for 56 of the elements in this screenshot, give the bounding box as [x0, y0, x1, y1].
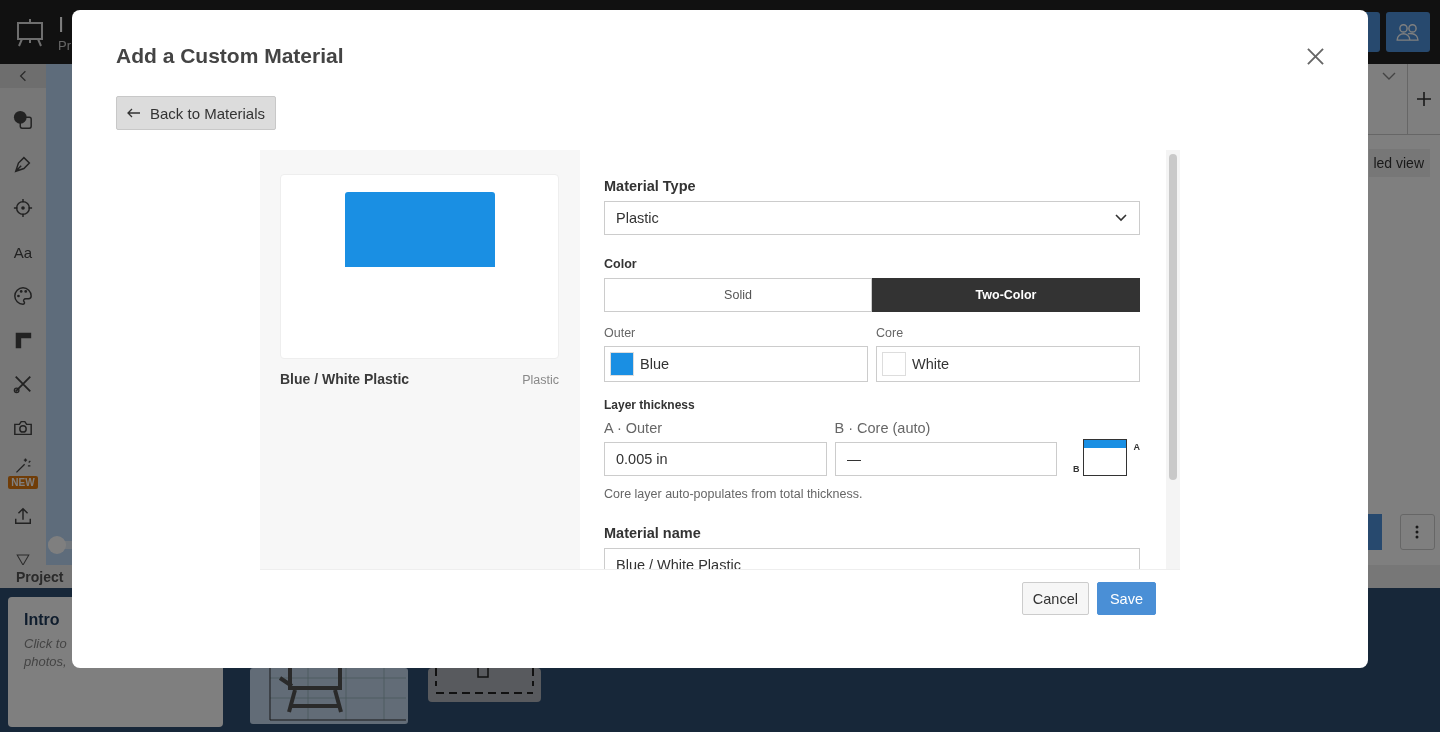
pen-icon[interactable] — [13, 154, 33, 174]
color-field[interactable]: Blue — [604, 346, 868, 382]
text-tool[interactable]: Aa — [13, 243, 33, 261]
back-button[interactable]: Back to Materials — [116, 96, 277, 130]
chevron-left-icon[interactable] — [19, 70, 27, 82]
card-description: Click to photos, — [24, 635, 68, 671]
section-title: Project — [16, 568, 64, 585]
project-subtitle: Pr — [58, 37, 71, 53]
thumbnail-drawing[interactable] — [250, 668, 408, 724]
camera-icon[interactable] — [13, 418, 33, 438]
field-label: Material name — [604, 525, 702, 541]
modal-title: Add a Custom Material — [116, 44, 344, 68]
upload-icon[interactable] — [13, 506, 33, 526]
cancel-button[interactable]: Cancel — [1021, 582, 1089, 615]
field-label: Outer — [604, 326, 637, 340]
shapes-icon[interactable] — [13, 110, 33, 130]
target-icon[interactable] — [13, 198, 33, 218]
arrow-left-icon — [127, 108, 141, 118]
material-type-dropdown[interactable]: Plastic — [604, 201, 1140, 235]
layer-diagram — [1082, 439, 1127, 476]
chevron-down-icon[interactable] — [1382, 72, 1396, 80]
thickness-input[interactable]: 0.005 in — [604, 442, 827, 476]
project-title: I — [58, 11, 66, 38]
material-type: Plastic — [522, 373, 559, 387]
material-name: Blue / White Plastic — [280, 371, 410, 387]
thickness-input[interactable]: — — [834, 442, 1057, 476]
close-icon — [1307, 47, 1324, 65]
chevron-down-icon — [1115, 214, 1127, 222]
slider-thumb[interactable] — [48, 536, 66, 554]
field-label: Material Type — [604, 178, 697, 194]
tools-icon[interactable] — [13, 374, 33, 394]
magic-wand-icon[interactable] — [13, 455, 33, 474]
color-field[interactable]: White — [876, 346, 1140, 382]
more-icon — [1415, 525, 1420, 539]
scrollbar-thumb[interactable] — [1169, 154, 1177, 480]
field-label: Color — [604, 257, 638, 271]
field-label: B · Core (auto) — [834, 420, 932, 436]
field-label: Core — [876, 326, 905, 340]
card-title: Intro — [24, 611, 61, 629]
view-toggle-button[interactable]: led view — [1369, 149, 1430, 177]
collaborators-button[interactable] — [1386, 12, 1430, 52]
layer-label: B — [1073, 464, 1080, 474]
color-mode-tab[interactable]: Two-Color — [872, 278, 1140, 312]
easel-icon[interactable] — [14, 16, 46, 48]
people-icon — [1395, 23, 1421, 41]
field-label: Layer thickness — [604, 398, 696, 412]
close-button[interactable] — [1307, 47, 1324, 65]
hint-text: Core layer auto-populates from total thickness. — [604, 487, 864, 501]
thumbnail-drawing[interactable] — [428, 668, 541, 702]
layer-label: A — [1133, 442, 1140, 452]
new-badge: NEW — [8, 475, 38, 489]
triangle-icon[interactable] — [15, 552, 31, 568]
plus-icon — [1417, 92, 1431, 106]
palette-icon[interactable] — [13, 286, 33, 306]
field-label: A · Outer — [604, 420, 664, 436]
color-mode-tab[interactable]: Solid — [604, 278, 872, 312]
